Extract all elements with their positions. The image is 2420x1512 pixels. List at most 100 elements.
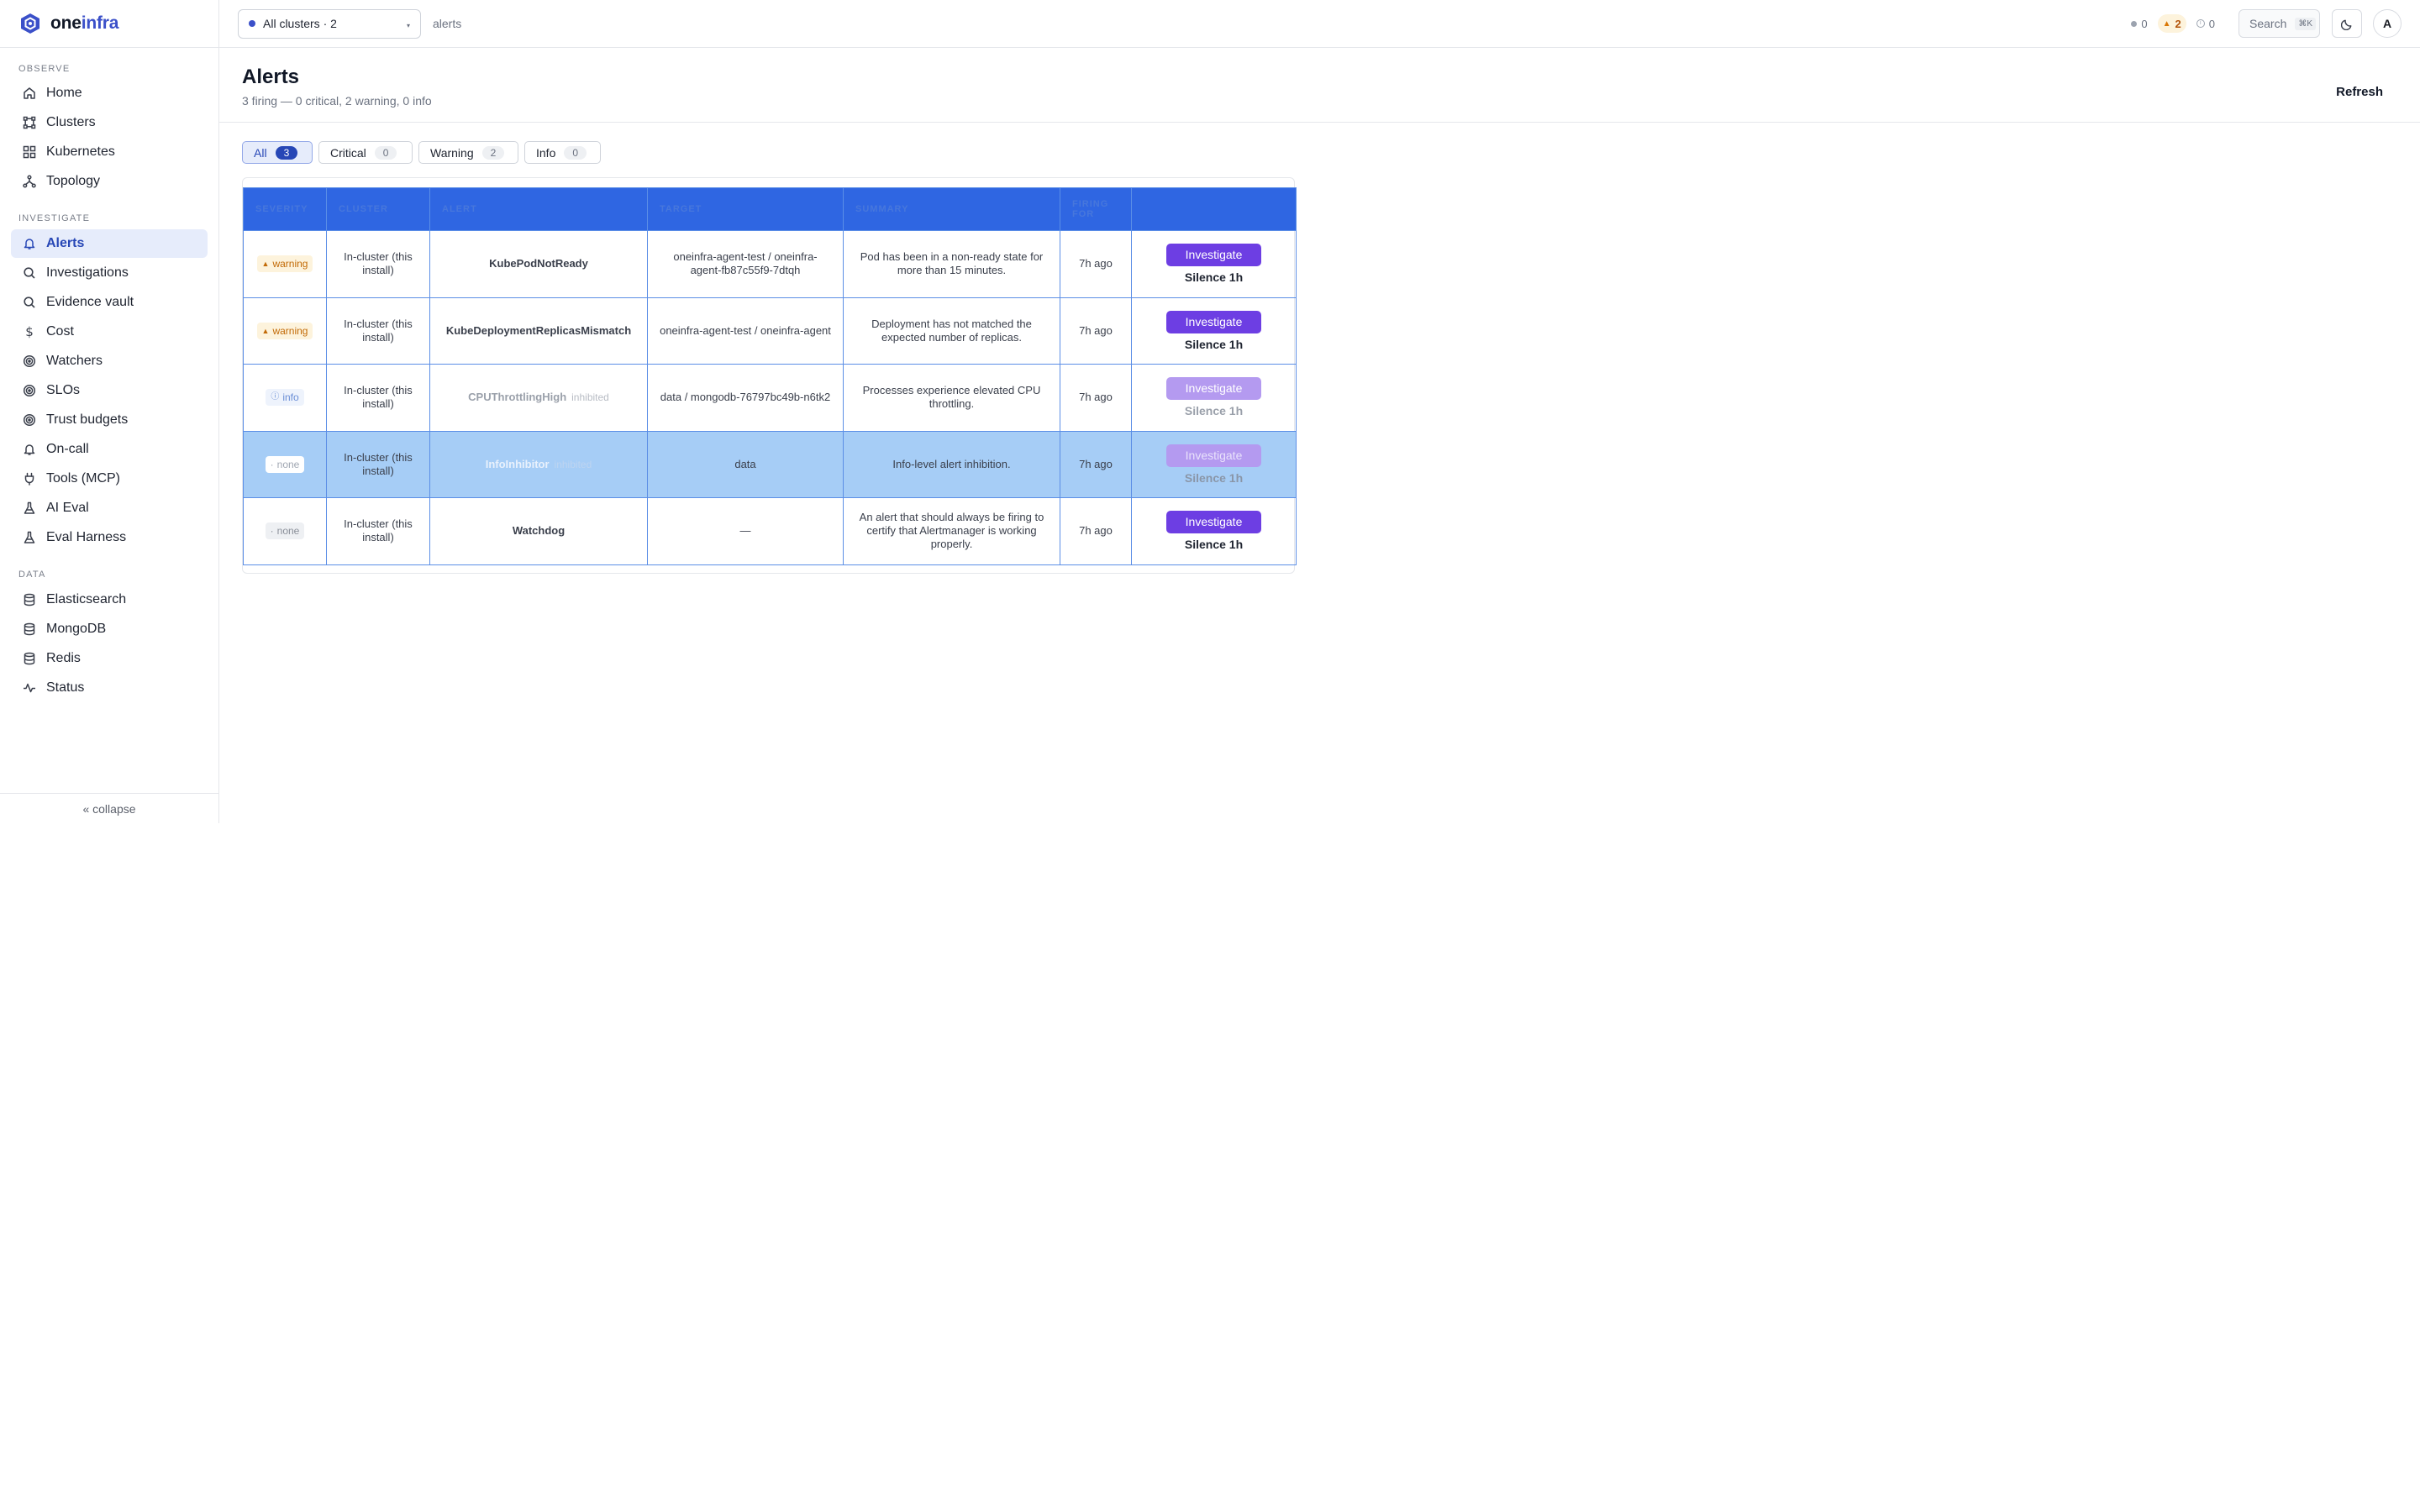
grid-icon: [23, 145, 36, 159]
flask-icon: [23, 501, 36, 515]
alert-name-cell: KubePodNotReady: [429, 230, 648, 298]
brand[interactable]: oneinfra: [0, 0, 218, 48]
page-title: Alerts: [242, 66, 300, 88]
info-count[interactable]: i 0: [2191, 14, 2220, 33]
sidebar-item-label: Status: [46, 680, 85, 695]
sidebar-item-redis[interactable]: Redis: [11, 644, 208, 673]
logo-hexagon-icon: [20, 13, 40, 34]
sidebar-item-label: SLOs: [46, 383, 81, 397]
collapse-sidebar-button[interactable]: « collapse: [0, 793, 218, 823]
database-icon: [23, 652, 36, 665]
table-row[interactable]: · none In-cluster (this install) InfoInhi…: [243, 430, 1297, 498]
sidebar-item-label: Evidence vault: [46, 295, 134, 309]
breadcrumb[interactable]: alerts: [433, 17, 461, 30]
alerts-table-card: SEVERITY CLUSTER ALERT TARGET SUMMARY FI…: [242, 177, 1297, 574]
actions-cell: Investigate Silence 1h: [1131, 430, 1297, 498]
filter-all[interactable]: All 3: [242, 141, 313, 164]
pulse-icon: [23, 681, 36, 695]
sidebar-item-on-call[interactable]: On-call: [11, 435, 208, 464]
column-header-alert[interactable]: ALERT: [429, 187, 648, 231]
sidebar-item-clusters[interactable]: Clusters: [11, 108, 208, 137]
filter-info[interactable]: Info 0: [524, 141, 601, 164]
sidebar-item-alerts[interactable]: Alerts: [11, 229, 208, 258]
sidebar-item-topology[interactable]: Topology: [11, 167, 208, 196]
silence-button[interactable]: Silence 1h: [1142, 471, 1286, 485]
silence-button[interactable]: Silence 1h: [1142, 404, 1286, 417]
column-header-target[interactable]: TARGET: [647, 187, 844, 231]
column-header-firing-for[interactable]: FIRING FOR: [1060, 187, 1132, 231]
alerts-table: SEVERITY CLUSTER ALERT TARGET SUMMARY FI…: [243, 187, 1297, 565]
info-count-value: 0: [2208, 17, 2215, 30]
sidebar-item-investigations[interactable]: Investigations: [11, 259, 208, 287]
sidebar-item-tools-mcp[interactable]: Tools (MCP): [11, 465, 208, 493]
filter-count: 0: [564, 145, 587, 160]
sidebar-item-label: MongoDB: [46, 622, 107, 636]
sidebar-item-home[interactable]: Home: [11, 79, 208, 108]
sidebar-item-eval-harness[interactable]: Eval Harness: [11, 523, 208, 552]
alert-name-cell: Watchdog: [429, 497, 648, 565]
filter-count: 0: [374, 145, 397, 160]
bell-icon: [23, 237, 36, 250]
refresh-button[interactable]: Refresh: [2336, 85, 2383, 99]
svg-text:$: $: [25, 325, 34, 339]
table-row[interactable]: · none In-cluster (this install) Watchdog…: [243, 497, 1297, 565]
cluster-select[interactable]: All clusters · 2 ▾: [238, 8, 421, 39]
investigate-button[interactable]: Investigate: [1166, 310, 1261, 333]
sidebar-item-slos[interactable]: SLOs: [11, 376, 208, 405]
filter-count: 3: [275, 145, 298, 160]
severity-badge: ▲ warning: [256, 255, 313, 273]
silence-button[interactable]: Silence 1h: [1142, 538, 1286, 551]
column-header-cluster[interactable]: CLUSTER: [326, 187, 430, 231]
info-icon: i: [2196, 19, 2205, 28]
investigate-button[interactable]: Investigate: [1166, 377, 1261, 401]
warning-count[interactable]: ▲ 2: [2157, 14, 2186, 33]
target-cell: —: [647, 497, 844, 565]
sidebar-item-mongodb[interactable]: MongoDB: [11, 615, 208, 643]
warning-count-value: 2: [2175, 17, 2181, 30]
table-row[interactable]: ▲ warning In-cluster (this install) KubeP…: [243, 230, 1297, 298]
dot-icon: ·: [270, 458, 274, 470]
sidebar-item-label: Trust budgets: [46, 412, 129, 427]
page-subtitle: 3 firing — 0 critical, 2 warning, 0 info: [242, 94, 432, 108]
database-icon: [23, 622, 36, 636]
sidebar: oneinfra OBSERVE Home Clusters Kubernete…: [0, 0, 219, 823]
sidebar-item-cost[interactable]: $ Cost: [11, 318, 208, 346]
alert-name-cell: CPUThrottlingHigh inhibited: [429, 364, 648, 432]
actions-cell: Investigate Silence 1h: [1131, 497, 1297, 565]
critical-count[interactable]: 0: [2126, 14, 2152, 33]
investigate-button[interactable]: Investigate: [1166, 444, 1261, 467]
warning-triangle-icon: ▲: [2162, 18, 2171, 29]
brand-name: oneinfra: [50, 13, 119, 33]
filter-label: Critical: [330, 145, 366, 160]
search-button[interactable]: Search ⌘K: [2238, 9, 2320, 38]
filter-warning[interactable]: Warning 2: [418, 141, 518, 164]
filter-label: Info: [536, 145, 556, 160]
table-row[interactable]: ⓘ info In-cluster (this install) CPUThrot…: [243, 364, 1297, 432]
search-label: Search: [2249, 17, 2287, 30]
sidebar-item-watchers[interactable]: Watchers: [11, 347, 208, 375]
sidebar-item-trust-budgets[interactable]: Trust budgets: [11, 406, 208, 434]
investigate-button[interactable]: Investigate: [1166, 244, 1261, 267]
filter-count: 2: [481, 145, 505, 160]
silence-button[interactable]: Silence 1h: [1142, 270, 1286, 284]
theme-toggle-button[interactable]: [2332, 9, 2362, 38]
moon-icon: [2340, 18, 2354, 30]
filter-critical[interactable]: Critical 0: [318, 141, 413, 164]
column-header-severity[interactable]: SEVERITY: [243, 187, 327, 231]
column-header-summary[interactable]: SUMMARY: [843, 187, 1060, 231]
table-row[interactable]: ▲ warning In-cluster (this install) KubeD…: [243, 297, 1297, 365]
sidebar-item-ai-eval[interactable]: AI Eval: [11, 494, 208, 522]
severity-badge: ⓘ info: [266, 389, 304, 407]
topbar: All clusters · 2 ▾ alerts 0 ▲ 2 i 0 Sear…: [219, 0, 2420, 48]
sidebar-item-status[interactable]: Status: [11, 674, 208, 702]
home-icon: [23, 87, 36, 100]
sidebar-item-kubernetes[interactable]: Kubernetes: [11, 138, 208, 166]
dot-icon: ·: [270, 525, 274, 538]
sidebar-item-label: Tools (MCP): [46, 471, 121, 486]
avatar[interactable]: A: [2373, 9, 2402, 38]
firing-for-cell: 7h ago: [1060, 497, 1132, 565]
investigate-button[interactable]: Investigate: [1166, 511, 1261, 534]
sidebar-item-evidence-vault[interactable]: Evidence vault: [11, 288, 208, 317]
sidebar-item-elasticsearch[interactable]: Elasticsearch: [11, 585, 208, 614]
silence-button[interactable]: Silence 1h: [1142, 338, 1286, 351]
